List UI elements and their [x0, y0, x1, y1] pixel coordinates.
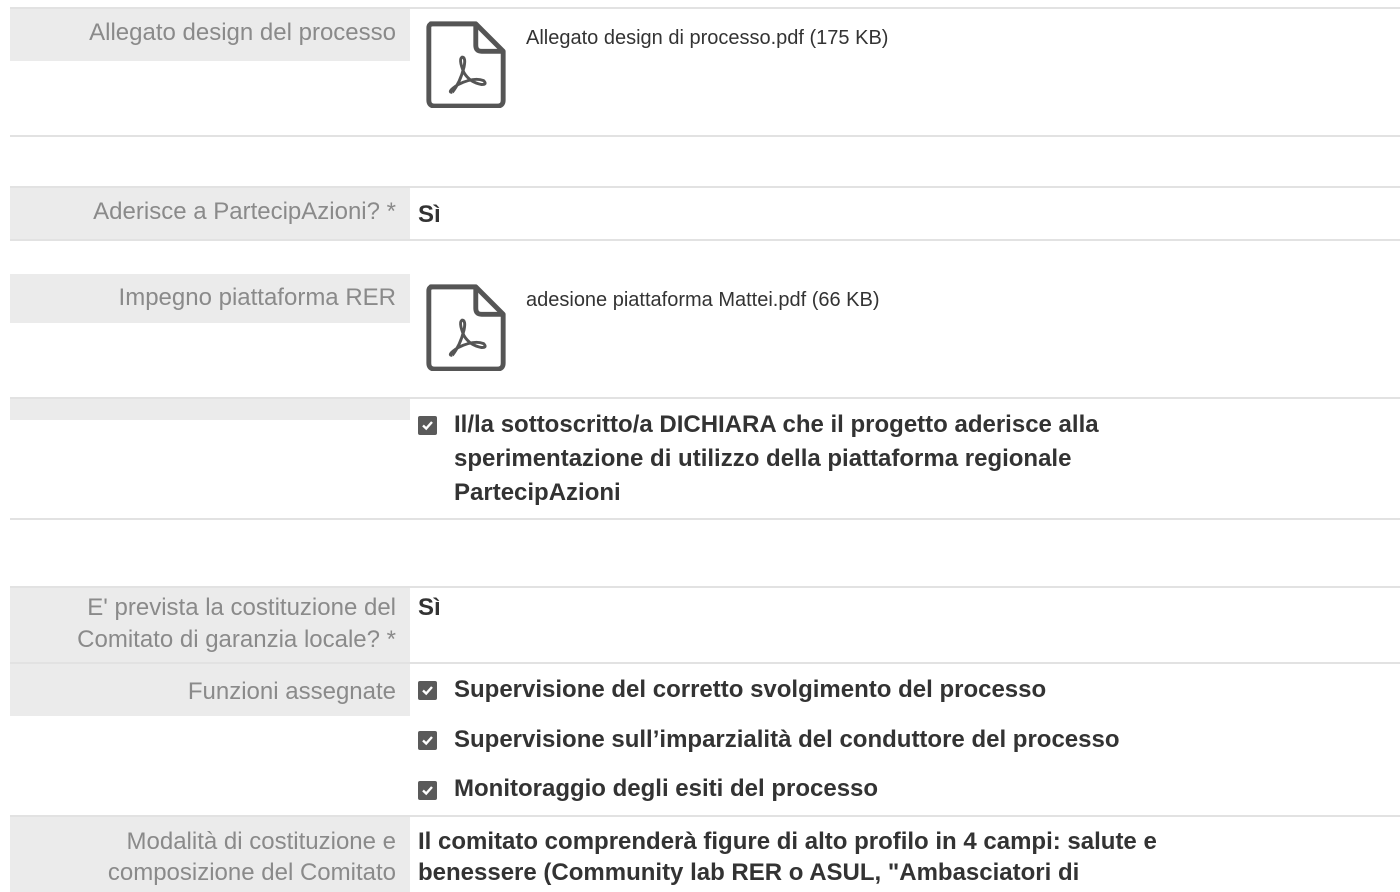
function-item-label: Supervisione sull’imparzialità del condu… [454, 726, 1120, 753]
composition-value-line: benessere (Community lab RER o ASUL, "Am… [418, 859, 1080, 886]
functions-label: Funzioni assegnate [10, 664, 410, 716]
platform-commitment-file-link[interactable]: adesione piattaforma Mattei.pdf (66 KB) [526, 288, 880, 312]
composition-label-line: composizione del Comitato [107, 859, 396, 886]
adherence-value: Sì [418, 201, 441, 228]
adherence-label-text: Aderisce a PartecipAzioni? * [93, 198, 396, 225]
function-item-label: Monitoraggio degli esiti del processo [454, 775, 879, 802]
divider [10, 239, 1400, 241]
declaration-line: Il/la sottoscritto/a DICHIARA che il pro… [454, 411, 1099, 438]
functions-label-text: Funzioni assegnate [187, 678, 396, 705]
pdf-file-icon[interactable] [424, 18, 508, 108]
committee-label: E' prevista la costituzione del Comitato… [10, 588, 410, 664]
composition-value-line: Il comitato comprenderà figure di alto p… [418, 828, 1157, 855]
design-attachment-label: Allegato design del processo [10, 9, 410, 61]
declaration-checkbox[interactable] [418, 416, 437, 435]
committee-label-line: Comitato di garanzia locale? * [77, 626, 396, 653]
design-attachment-label-text: Allegato design del processo [89, 19, 396, 46]
function-checkbox[interactable] [418, 681, 437, 700]
declaration-label [10, 399, 410, 420]
checkmark-icon [422, 786, 433, 796]
declaration-line: sperimentazione di utilizzo della piatta… [454, 445, 1072, 472]
declaration-text: Il/la sottoscritto/a DICHIARA che il pro… [454, 408, 1099, 510]
platform-commitment-label: Impegno piattaforma RER [10, 274, 410, 323]
committee-label-line: E' prevista la costituzione del [87, 594, 396, 621]
committee-value: Sì [418, 594, 441, 621]
function-item-label: Supervisione del corretto svolgimento de… [454, 676, 1047, 703]
declaration-line: PartecipAzioni [454, 479, 621, 506]
function-checkbox[interactable] [418, 731, 437, 750]
adherence-label: Aderisce a PartecipAzioni? * [10, 188, 410, 240]
function-checkbox[interactable] [418, 781, 437, 800]
composition-value: Il comitato comprenderà figure di alto p… [418, 826, 1157, 888]
checkmark-icon [422, 686, 433, 696]
platform-commitment-label-text: Impegno piattaforma RER [118, 284, 396, 311]
divider [10, 135, 1400, 137]
pdf-file-icon[interactable] [424, 281, 508, 371]
composition-label-line: Modalità di costituzione e [126, 828, 396, 855]
checkmark-icon [422, 421, 433, 431]
composition-label: Modalità di costituzione e composizione … [10, 817, 410, 892]
checkmark-icon [422, 736, 433, 746]
design-attachment-file-link[interactable]: Allegato design di processo.pdf (175 KB) [526, 26, 888, 50]
divider [10, 518, 1400, 520]
